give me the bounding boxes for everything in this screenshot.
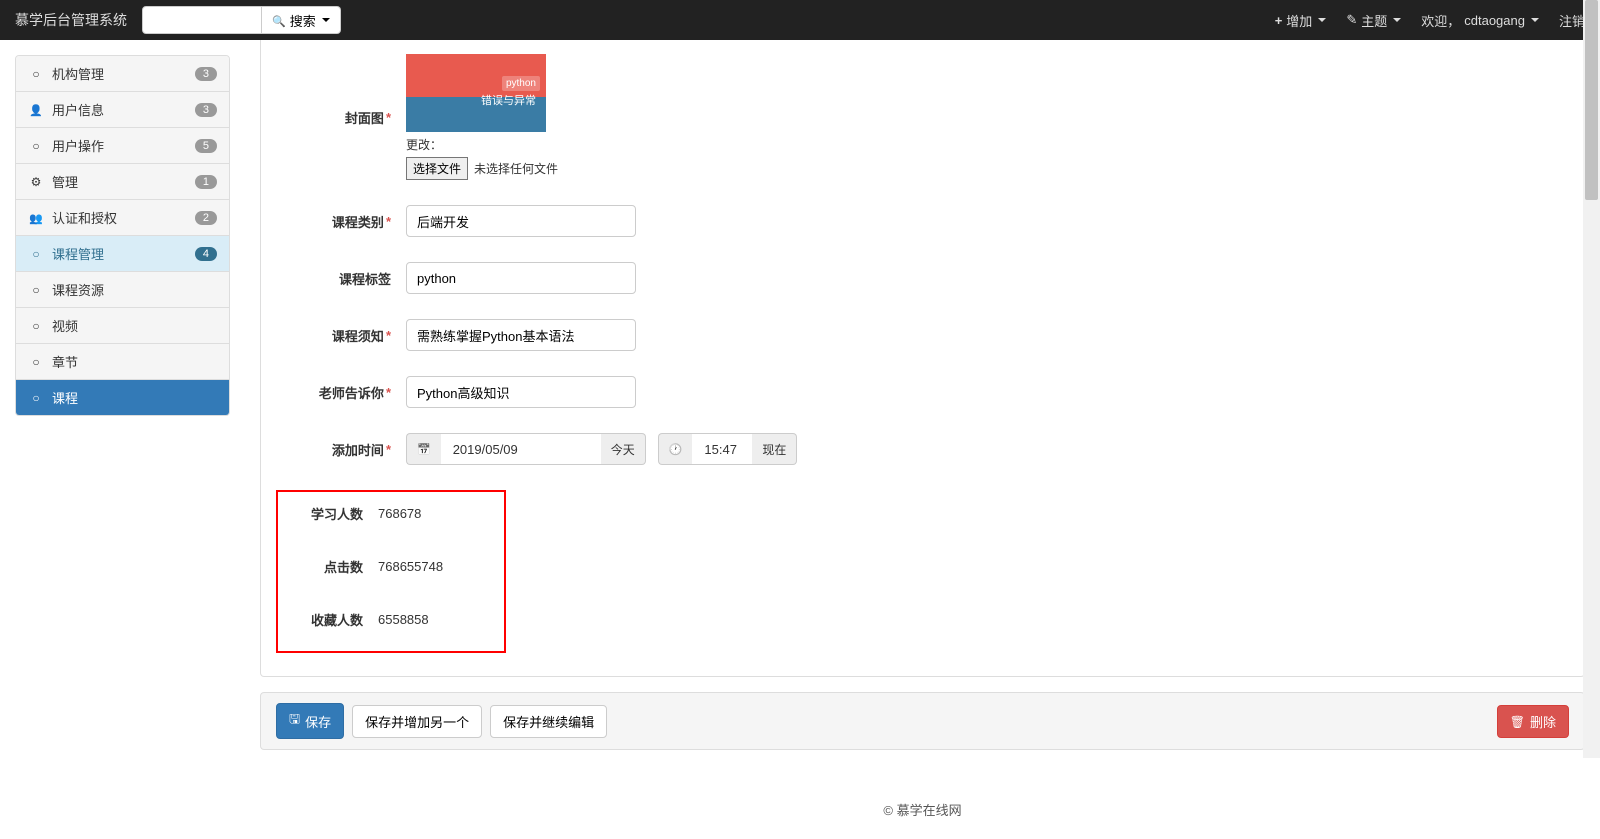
time-input-group: 15:47 现在: [658, 433, 798, 465]
save-continue-button[interactable]: 保存并继续编辑: [490, 705, 607, 738]
value-clicks: 768655748: [378, 555, 443, 578]
label-notice: 课程须知*: [276, 326, 406, 345]
search-input[interactable]: [142, 6, 262, 34]
label-favs: 收藏人数: [278, 610, 378, 629]
sidebar-item-admin[interactable]: 管理 1: [16, 164, 229, 200]
navbar-right: 增加 主题 欢迎， cdtaogang 注销: [1275, 11, 1585, 30]
nav-add[interactable]: 增加: [1275, 11, 1327, 30]
file-choose-button[interactable]: 选择文件: [406, 157, 468, 180]
search-group: 搜索: [142, 6, 341, 34]
nav-logout[interactable]: 注销: [1559, 11, 1585, 30]
row-favs: 收藏人数 6558858: [278, 608, 504, 631]
python-icon: python: [502, 76, 540, 91]
trash-icon: [1510, 714, 1525, 729]
cog-icon: [28, 175, 44, 189]
footer: © 慕学在线网: [260, 770, 1585, 839]
stats-highlight: 学习人数 768678 点击数 768655748 收藏人数: [276, 490, 506, 653]
badge: 1: [195, 175, 217, 189]
navbar-brand: 慕学后台管理系统: [15, 10, 127, 30]
cover-image[interactable]: python 错误与异常: [406, 54, 546, 132]
sidebar-item-chapter[interactable]: 章节: [16, 344, 229, 380]
now-button[interactable]: 现在: [752, 433, 797, 465]
label-addtime: 添加时间*: [276, 440, 406, 459]
file-hint: 未选择任何文件: [474, 160, 558, 177]
action-bar: 保存 保存并增加另一个 保存并继续编辑 删除: [260, 692, 1585, 750]
label-cover: 封面图*: [276, 108, 406, 127]
caret-icon: [322, 18, 330, 22]
sidebar-item-auth[interactable]: 认证和授权 2: [16, 200, 229, 236]
label-clicks: 点击数: [278, 557, 378, 576]
row-addtime: 添加时间* 2019/05/09 今天 15:47 现在: [261, 433, 1584, 465]
sidebar-item-resources[interactable]: 课程资源: [16, 272, 229, 308]
scrollbar-thumb[interactable]: [1585, 0, 1598, 200]
date-input-group: 2019/05/09 今天: [406, 433, 646, 465]
label-teacher: 老师告诉你*: [276, 383, 406, 402]
pencil-icon: [1346, 12, 1357, 28]
teacher-input[interactable]: [406, 376, 636, 408]
delete-button[interactable]: 删除: [1497, 705, 1569, 738]
nav-theme[interactable]: 主题: [1346, 11, 1401, 30]
search-icon: [272, 13, 286, 28]
badge: 5: [195, 139, 217, 153]
tag-input[interactable]: [406, 262, 636, 294]
calendar-icon[interactable]: [406, 433, 441, 465]
circle-icon: [28, 67, 44, 81]
sidebar-item-org[interactable]: 机构管理 3: [16, 56, 229, 92]
clock-icon[interactable]: [658, 433, 693, 465]
caret-icon: [1318, 18, 1326, 22]
circle-icon: [28, 247, 44, 261]
category-input[interactable]: [406, 205, 636, 237]
label-tag: 课程标签: [276, 269, 406, 288]
date-input[interactable]: 2019/05/09: [441, 433, 601, 465]
row-tag: 课程标签: [261, 262, 1584, 294]
scrollbar[interactable]: ▲: [1583, 0, 1600, 758]
search-button[interactable]: 搜索: [262, 6, 341, 34]
value-favs: 6558858: [378, 608, 429, 631]
sidebar-item-userinfo[interactable]: 用户信息 3: [16, 92, 229, 128]
sidebar-item-useraction[interactable]: 用户操作 5: [16, 128, 229, 164]
cover-change-label: 更改：: [406, 136, 442, 153]
main: 封面图* python 错误与异常 更改： 选择文件 未选择任何文件: [230, 40, 1600, 839]
user-icon: [28, 103, 44, 117]
badge: 4: [195, 247, 217, 261]
navbar: 慕学后台管理系统 搜索 增加 主题 欢迎， cdtaogang 注销: [0, 0, 1600, 40]
label-students: 学习人数: [278, 504, 378, 523]
badge: 3: [195, 103, 217, 117]
save-button[interactable]: 保存: [276, 703, 344, 739]
plus-icon: [1275, 13, 1283, 28]
badge: 2: [195, 211, 217, 225]
row-clicks: 点击数 768655748: [278, 555, 504, 578]
nav-user[interactable]: 欢迎， cdtaogang: [1421, 11, 1539, 30]
group-icon: [28, 211, 44, 225]
badge: 3: [195, 67, 217, 81]
caret-icon: [1393, 18, 1401, 22]
form-panel: 封面图* python 错误与异常 更改： 选择文件 未选择任何文件: [260, 39, 1585, 677]
circle-icon: [28, 355, 44, 369]
save-add-button[interactable]: 保存并增加另一个: [352, 705, 482, 738]
sidebar-menu: 机构管理 3 用户信息 3 用户操作 5 管理 1 认证和授权 2: [15, 55, 230, 416]
row-students: 学习人数 768678: [278, 502, 504, 525]
label-category: 课程类别*: [276, 212, 406, 231]
cover-block: python 错误与异常 更改： 选择文件 未选择任何文件: [406, 54, 558, 180]
save-icon: [289, 710, 300, 732]
row-teacher: 老师告诉你*: [261, 376, 1584, 408]
circle-icon: [28, 391, 44, 405]
row-notice: 课程须知*: [261, 319, 1584, 351]
sidebar: 机构管理 3 用户信息 3 用户操作 5 管理 1 认证和授权 2: [0, 40, 230, 839]
today-button[interactable]: 今天: [601, 433, 646, 465]
row-category: 课程类别*: [261, 205, 1584, 237]
sidebar-item-course[interactable]: 课程: [16, 380, 229, 415]
row-cover: 封面图* python 错误与异常 更改： 选择文件 未选择任何文件: [261, 54, 1584, 180]
sidebar-item-video[interactable]: 视频: [16, 308, 229, 344]
time-input[interactable]: 15:47: [692, 433, 752, 465]
caret-icon: [1531, 18, 1539, 22]
circle-icon: [28, 319, 44, 333]
value-students: 768678: [378, 502, 421, 525]
sidebar-item-course-mgmt[interactable]: 课程管理 4: [16, 236, 229, 272]
notice-input[interactable]: [406, 319, 636, 351]
circle-icon: [28, 283, 44, 297]
circle-icon: [28, 139, 44, 153]
